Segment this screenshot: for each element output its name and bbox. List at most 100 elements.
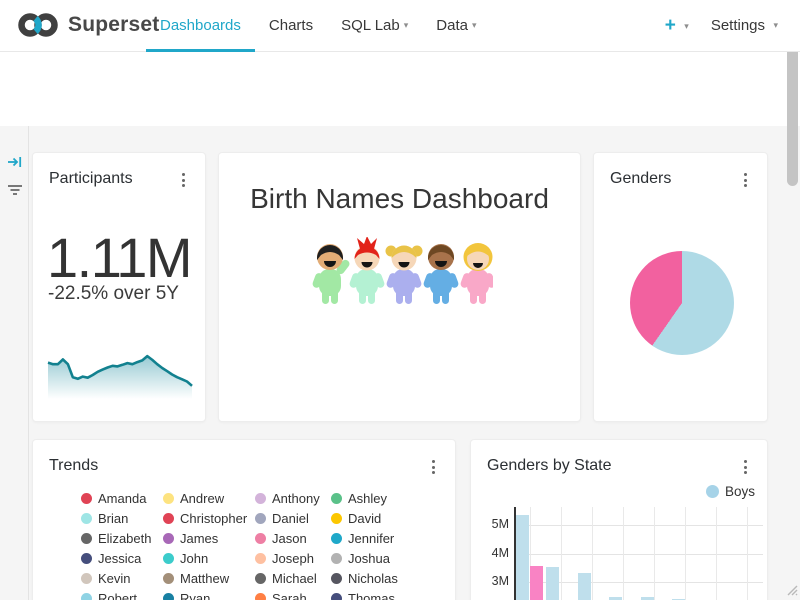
- big-number-subheader: -22.5% over 5Y: [48, 283, 179, 305]
- legend-label: Ashley: [348, 491, 387, 506]
- navbar-right: + ▾ Settings ▾: [665, 0, 778, 52]
- legend-item-jason[interactable]: Jason: [255, 528, 331, 548]
- legend-item-david[interactable]: David: [331, 508, 441, 528]
- legend-label: Elizabeth: [98, 531, 151, 546]
- legend-item-daniel[interactable]: Daniel: [255, 508, 331, 528]
- bar-boys-2: [546, 567, 559, 600]
- legend-label: Jason: [272, 531, 307, 546]
- nav-item-charts[interactable]: Charts: [255, 0, 327, 52]
- legend-label: Amanda: [98, 491, 146, 506]
- legend-label: Andrew: [180, 491, 224, 506]
- trend-sparkline-chart: [47, 337, 193, 401]
- legend-swatch: [163, 573, 174, 584]
- nav-item-data[interactable]: Data▾: [422, 0, 490, 52]
- legend-swatch: [331, 493, 342, 504]
- chart-card-trends: Trends Amanda Andrew Anthony Ashley Brian Chr…: [32, 439, 456, 600]
- legend-swatch: [163, 553, 174, 564]
- legend-item-christopher[interactable]: Christopher: [163, 508, 255, 528]
- dashboard-header: USA Births Names Published: [0, 52, 800, 126]
- legend-item-elizabeth[interactable]: Elizabeth: [81, 528, 163, 548]
- main-nav: DashboardsChartsSQL Lab▾Data▾: [146, 0, 490, 52]
- legend-swatch: [331, 553, 342, 564]
- legend-item-robert[interactable]: Robert: [81, 588, 163, 600]
- legend-item-jessica[interactable]: Jessica: [81, 548, 163, 568]
- chart-options-kebab-icon[interactable]: [742, 171, 749, 189]
- genders-pie-chart: [630, 251, 734, 355]
- legend-label: John: [180, 551, 208, 566]
- legend-swatch: [81, 493, 92, 504]
- settings-menu[interactable]: Settings ▾: [711, 17, 778, 35]
- y-axis-tick-label: 3M: [477, 574, 509, 588]
- legend-swatch: [255, 593, 266, 600]
- legend-swatch: [163, 513, 174, 524]
- legend-label: Jennifer: [348, 531, 394, 546]
- markdown-card: Birth Names Dashboard: [218, 152, 581, 422]
- legend-swatch: [331, 513, 342, 524]
- legend-swatch: [81, 573, 92, 584]
- legend-swatch: [255, 553, 266, 564]
- legend-label: Ryan: [180, 591, 210, 600]
- legend-item-brian[interactable]: Brian: [81, 508, 163, 528]
- resize-handle-icon[interactable]: [782, 580, 798, 600]
- legend-item-jennifer[interactable]: Jennifer: [331, 528, 441, 548]
- chart-card-participants: Participants 1.11M -22.5% over 5Y: [32, 152, 206, 422]
- legend-swatch: [706, 485, 719, 498]
- chart-options-kebab-icon[interactable]: [742, 458, 749, 476]
- legend-label: Boys: [725, 484, 755, 499]
- legend-item-anthony[interactable]: Anthony: [255, 488, 331, 508]
- legend-item-joshua[interactable]: Joshua: [331, 548, 441, 568]
- legend-item-matthew[interactable]: Matthew: [163, 568, 255, 588]
- chart-card-genders: Genders: [593, 152, 768, 422]
- legend-item-kevin[interactable]: Kevin: [81, 568, 163, 588]
- legend-item-sarah[interactable]: Sarah: [255, 588, 331, 600]
- legend-item-amanda[interactable]: Amanda: [81, 488, 163, 508]
- legend-label: Nicholas: [348, 571, 398, 586]
- legend-swatch: [163, 533, 174, 544]
- legend-item-andrew[interactable]: Andrew: [163, 488, 255, 508]
- legend-swatch: [331, 573, 342, 584]
- legend-item-joseph[interactable]: Joseph: [255, 548, 331, 568]
- legend-item-ryan[interactable]: Ryan: [163, 588, 255, 600]
- y-axis-tick-label: 5M: [477, 517, 509, 531]
- legend-swatch: [163, 493, 174, 504]
- legend-item-nicholas[interactable]: Nicholas: [331, 568, 441, 588]
- legend-swatch: [81, 513, 92, 524]
- nav-item-dashboards[interactable]: Dashboards: [146, 0, 255, 52]
- legend-label: David: [348, 511, 381, 526]
- legend-label: Brian: [98, 511, 128, 526]
- filter-list-icon[interactable]: [7, 182, 23, 203]
- expand-filter-bar-icon[interactable]: [7, 154, 23, 175]
- chevron-down-icon: ▾: [684, 21, 689, 31]
- chevron-down-icon: ▾: [773, 20, 778, 30]
- chart-options-kebab-icon[interactable]: [430, 458, 437, 476]
- legend-item-boys[interactable]: Boys: [706, 484, 755, 499]
- legend-label: Michael: [272, 571, 317, 586]
- legend-item-james[interactable]: James: [163, 528, 255, 548]
- chart-card-genders-by-state: Genders by State Boys 5M4M3M: [470, 439, 768, 600]
- settings-label: Settings: [711, 17, 765, 34]
- legend-label: James: [180, 531, 218, 546]
- legend-item-thomas[interactable]: Thomas: [331, 588, 441, 600]
- chart-title: Participants: [49, 170, 133, 188]
- nav-item-sql-lab[interactable]: SQL Lab▾: [327, 0, 422, 52]
- markdown-heading: Birth Names Dashboard: [219, 183, 580, 215]
- bar-boys-3: [578, 573, 591, 600]
- legend-label: Daniel: [272, 511, 309, 526]
- legend-swatch: [255, 513, 266, 524]
- legend-swatch: [255, 573, 266, 584]
- legend-item-michael[interactable]: Michael: [255, 568, 331, 588]
- y-axis-tick-label: 4M: [477, 546, 509, 560]
- new-item-button[interactable]: + ▾: [665, 15, 689, 37]
- legend-label: Robert: [98, 591, 137, 600]
- legend-swatch: [255, 493, 266, 504]
- legend-label: Joshua: [348, 551, 390, 566]
- chart-title: Trends: [49, 457, 98, 475]
- superset-dashboard-screen: Superset DashboardsChartsSQL Lab▾Data▾ +…: [0, 0, 800, 600]
- chevron-down-icon: ▾: [404, 20, 409, 30]
- chart-options-kebab-icon[interactable]: [180, 171, 187, 189]
- legend-label: Sarah: [272, 591, 307, 600]
- legend-item-ashley[interactable]: Ashley: [331, 488, 441, 508]
- filter-bar-collapsed: [0, 126, 29, 600]
- legend-item-john[interactable]: John: [163, 548, 255, 568]
- superset-logo[interactable]: Superset: [18, 10, 159, 40]
